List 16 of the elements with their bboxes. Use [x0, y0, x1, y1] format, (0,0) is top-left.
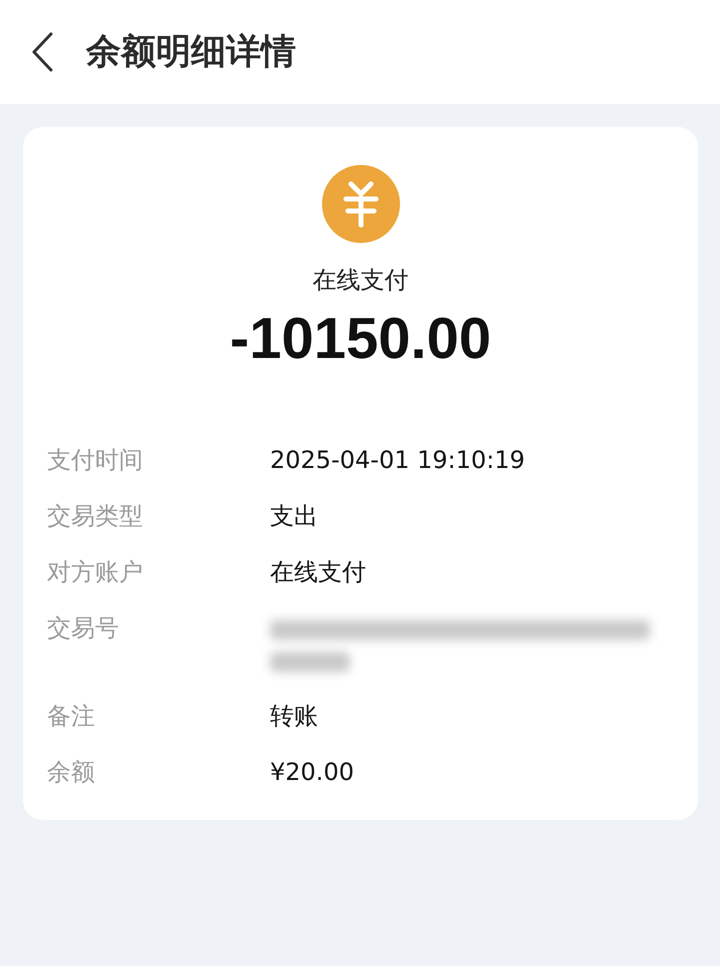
- page-title: 余额明细详情: [86, 31, 296, 73]
- detail-label: 交易类型: [47, 500, 143, 532]
- detail-label: 余额: [47, 756, 95, 788]
- detail-label: 支付时间: [47, 444, 143, 476]
- detail-value: ¥20.00: [270, 756, 354, 788]
- yuan-icon: [322, 165, 400, 243]
- merchant-name: 在线支付: [312, 265, 408, 296]
- detail-value: 在线支付: [270, 556, 366, 588]
- detail-label: 对方账户: [47, 556, 143, 588]
- back-icon: [31, 32, 53, 72]
- detail-label: 交易号: [47, 612, 119, 644]
- detail-label: 备注: [47, 700, 95, 732]
- detail-value: 支出: [270, 500, 318, 532]
- detail-value: 转账: [270, 700, 318, 732]
- amount: -10150.00: [230, 305, 492, 374]
- detail-value: 2025-04-01 19:10:19: [270, 444, 525, 476]
